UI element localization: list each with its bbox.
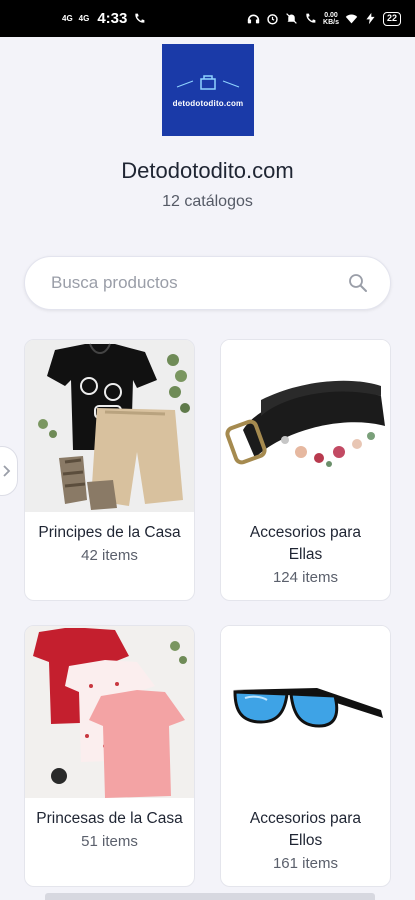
catalog-item-count: 51 items: [81, 833, 138, 850]
charging-icon: [366, 12, 375, 25]
sunglasses-image: [221, 626, 390, 798]
battery-level: 22: [382, 11, 401, 26]
catalog-card[interactable]: Principes de la Casa 42 items: [24, 339, 195, 601]
alarm-icon: [267, 14, 278, 25]
network-indicator-2: 4G: [78, 13, 90, 23]
shop-title: Detodotodito.com: [121, 158, 294, 183]
catalog-card[interactable]: Accesorios para Ellas 124 items: [220, 339, 391, 601]
catalog-item-count: 124 items: [272, 569, 339, 586]
catalog-count: 12 catálogos: [162, 193, 253, 210]
catalog-item-count: 161 items: [272, 855, 339, 872]
catalog-name: Accesorios para Ellas: [249, 524, 362, 563]
search-input[interactable]: [51, 273, 331, 293]
wifi-call-icon: [306, 13, 316, 23]
network-speed: 0.00 KB/s: [323, 11, 339, 26]
catalog-name: Principes de la Casa: [38, 524, 181, 541]
catalog-item-count: 42 items: [81, 547, 138, 564]
headset-icon: [247, 14, 260, 24]
logo-text: detodotodito.com: [172, 98, 244, 108]
boys-clothes-image: [25, 340, 194, 512]
next-row-peek: [45, 893, 375, 900]
status-time: 4:33: [97, 10, 128, 27]
search-icon[interactable]: [348, 273, 368, 293]
catalog-card[interactable]: Accesorios para Ellos 161 items: [220, 625, 391, 887]
side-drawer-handle[interactable]: [0, 446, 18, 496]
status-bar: 4G 4G 4:33 0.00 KB/s 22: [0, 0, 415, 37]
cart-logo-icon: [176, 74, 240, 90]
call-icon: [135, 13, 145, 23]
catalog-name: Princesas de la Casa: [36, 810, 183, 827]
mute-icon: [286, 13, 297, 24]
girls-tops-image: [25, 626, 194, 798]
chevron-right-icon: [3, 465, 11, 477]
network-indicator-1: 4G: [62, 13, 73, 23]
search-bar[interactable]: [24, 256, 391, 310]
catalog-name: Accesorios para Ellos: [249, 810, 362, 849]
catalog-card[interactable]: Princesas de la Casa 51 items: [24, 625, 195, 887]
belt-image: [221, 340, 390, 512]
shop-logo: detodotodito.com: [162, 44, 254, 136]
wifi-icon: [345, 14, 358, 24]
